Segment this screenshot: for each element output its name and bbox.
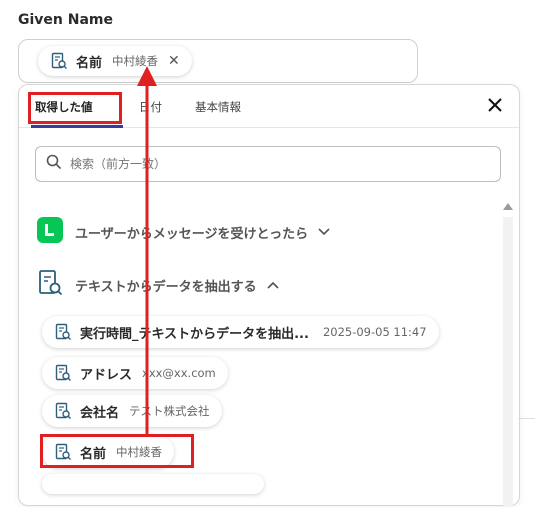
list-item-execution-time[interactable]: 実行時間_テキストからデータを抽出... 2025-09-05 11:47: [42, 316, 439, 348]
chip-label: 名前: [76, 55, 103, 71]
document-search-icon: [54, 364, 72, 382]
section-title: ユーザーからメッセージを受けとったら: [75, 226, 309, 242]
document-search-icon: [37, 269, 63, 301]
list-item-address[interactable]: アドレス xxx@xx.com: [42, 357, 228, 389]
remove-chip-icon[interactable]: ✕: [168, 53, 180, 69]
highlight-tab-box: [28, 92, 122, 124]
search-icon: [46, 154, 62, 174]
field-label: Given Name: [18, 12, 113, 28]
scroll-up-arrow[interactable]: [503, 203, 513, 210]
scrollbar-track[interactable]: [503, 217, 513, 507]
list-item-partial[interactable]: [42, 474, 264, 494]
chevron-down-icon[interactable]: [318, 225, 330, 239]
tab-basic-info[interactable]: 基本情報: [195, 99, 241, 115]
line-app-icon: [37, 217, 63, 247]
selected-value-chip[interactable]: 名前 中村綾香 ✕: [38, 46, 192, 76]
item-label: 実行時間_テキストからデータを抽出...: [80, 326, 309, 342]
document-search-icon: [50, 52, 68, 70]
section-title: テキストからデータを抽出する: [75, 279, 257, 295]
search-input[interactable]: [68, 156, 452, 172]
item-value: 2025-09-05 11:47: [322, 325, 427, 339]
section-line-message[interactable]: ユーザーからメッセージを受けとったら: [37, 217, 330, 247]
document-search-icon: [54, 402, 72, 420]
list-item-company[interactable]: 会社名 テスト株式会社: [42, 395, 222, 427]
active-tab-indicator: [31, 125, 123, 128]
highlight-item-box: [40, 434, 194, 468]
chevron-up-icon[interactable]: [267, 278, 279, 292]
search-field[interactable]: [35, 146, 501, 182]
close-icon[interactable]: [485, 95, 505, 115]
document-search-icon: [54, 323, 72, 341]
background-divider: [518, 418, 535, 480]
item-label: 会社名: [80, 405, 120, 421]
annotation-arrow: [137, 66, 157, 436]
item-label: アドレス: [80, 367, 133, 383]
